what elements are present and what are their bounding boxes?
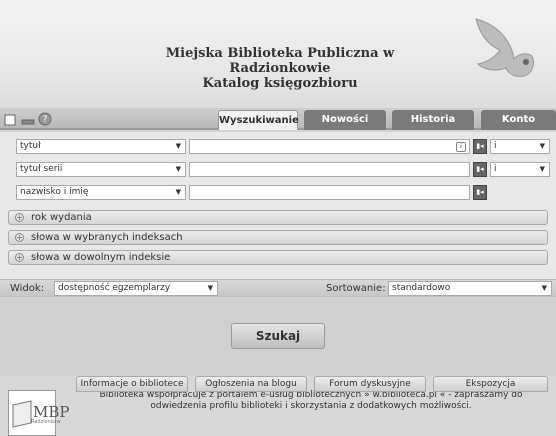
sort-select[interactable]: standardowo ▼ xyxy=(388,281,552,296)
plus-icon: + xyxy=(15,253,24,262)
chevron-down-icon: ▼ xyxy=(175,165,181,173)
minimize-icon[interactable] xyxy=(21,111,35,125)
search-input-1[interactable]: i xyxy=(189,139,470,154)
search-panel: tytuł ▼ i ▮◂ i ▼ tytuł serii ▼ ▮◂ i ▼ nazwis… xyxy=(0,132,556,279)
search-input-3[interactable] xyxy=(189,185,470,200)
page-title: Miejska Biblioteka Publiczna w Radzionko… xyxy=(120,46,440,91)
help-icon[interactable]: ? xyxy=(38,111,52,126)
chevron-down-icon: ▼ xyxy=(207,284,213,292)
tab-history[interactable]: Historia xyxy=(392,110,474,130)
plus-icon: + xyxy=(15,233,24,242)
index-button-1[interactable]: ▮◂ xyxy=(473,139,487,154)
field-select-1[interactable]: tytuł ▼ xyxy=(16,139,186,154)
index-button-3[interactable]: ▮◂ xyxy=(473,185,487,200)
tab-news[interactable]: Nowości xyxy=(304,110,386,130)
sort-label: Sortowanie: xyxy=(326,283,386,294)
tab-account[interactable]: Konto xyxy=(481,110,556,130)
index-button-2[interactable]: ▮◂ xyxy=(473,162,487,177)
chevron-down-icon: ▼ xyxy=(539,165,545,173)
link-blog[interactable]: Ogłoszenia na blogu xyxy=(195,376,307,392)
link-forum[interactable]: Forum dyskusyjne xyxy=(314,376,426,392)
operator-select-2[interactable]: i ▼ xyxy=(490,162,550,177)
title-line-1: Miejska Biblioteka Publiczna w Radzionko… xyxy=(165,46,395,76)
expander-index-words[interactable]: + słowa w wybranych indeksach xyxy=(8,230,548,245)
field-select-2[interactable]: tytuł serii ▼ xyxy=(16,162,186,177)
title-line-2: Katalog księgozbioru xyxy=(202,76,358,91)
plus-icon: + xyxy=(15,213,24,222)
operator-select-1[interactable]: i ▼ xyxy=(490,139,550,154)
link-exhibition[interactable]: Ekspozycja xyxy=(433,376,548,392)
footer: MBP Radzionków Biblioteka współpracuje z… xyxy=(0,376,556,436)
page-header: Miejska Biblioteka Publiczna w Radzionko… xyxy=(0,0,556,108)
svg-text:?: ? xyxy=(43,115,48,125)
chevron-down-icon: ▼ xyxy=(541,284,547,292)
tab-bar: ? Wyszukiwanie Nowości Historia Konto xyxy=(0,108,556,130)
chevron-down-icon: ▼ xyxy=(539,142,545,150)
page-icon[interactable] xyxy=(4,111,18,126)
search-input-2[interactable] xyxy=(189,162,470,177)
search-button[interactable]: Szukaj xyxy=(231,323,325,349)
view-select[interactable]: dostępność egzemplarzy ▼ xyxy=(54,281,218,296)
library-logo: MBP Radzionków xyxy=(8,390,69,436)
footer-text: Biblioteka współpracuje z portalem e-usł… xyxy=(99,390,523,411)
tab-search[interactable]: Wyszukiwanie xyxy=(218,110,299,130)
expander-year[interactable]: + rok wydania xyxy=(8,210,548,225)
chevron-down-icon: ▼ xyxy=(175,142,181,150)
link-library-info[interactable]: Informacje o bibliotece xyxy=(76,376,188,392)
expander-any-index[interactable]: + słowa w dowolnym indeksie xyxy=(8,250,548,265)
owl-logo-icon xyxy=(475,18,535,77)
chevron-down-icon: ▼ xyxy=(175,188,181,196)
field-select-3[interactable]: nazwisko i imię ▼ xyxy=(16,185,186,200)
keyboard-icon[interactable]: i xyxy=(456,142,466,152)
options-bar: Widok: dostępność egzemplarzy ▼ Sortowani… xyxy=(0,279,556,297)
view-label: Widok: xyxy=(10,283,45,294)
